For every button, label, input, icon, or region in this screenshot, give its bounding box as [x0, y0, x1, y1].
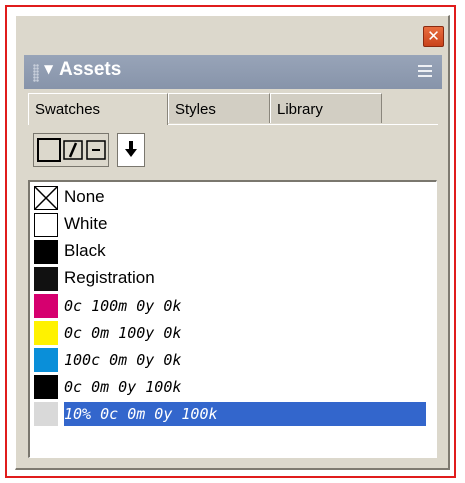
swatch-label: 0c 100m 0y 0k	[64, 297, 182, 315]
color-swatch-chip	[34, 240, 58, 264]
stroke-icon[interactable]	[63, 138, 83, 162]
close-icon: ✕	[427, 27, 440, 45]
tab-library[interactable]: Library	[270, 93, 382, 123]
list-item[interactable]: 0c 0m 0y 100k	[34, 375, 426, 399]
color-swatch-chip	[34, 375, 58, 399]
color-swatch-chip	[34, 213, 58, 237]
tab-label: Styles	[175, 101, 216, 118]
collapse-arrow-icon[interactable]: ▼	[44, 62, 53, 76]
swatch-label: Registration	[64, 268, 155, 287]
list-item[interactable]: Registration	[34, 267, 426, 291]
arrow-down-icon	[125, 141, 137, 157]
color-swatch-chip	[34, 294, 58, 318]
swatch-list[interactable]: None White Black Registration 0c 100m 0y…	[28, 180, 437, 458]
tab-swatches[interactable]: Swatches	[28, 93, 168, 125]
panel-menu-icon[interactable]	[418, 65, 432, 77]
swatch-label: Black	[64, 241, 106, 260]
none-swatch-icon	[34, 186, 58, 210]
list-item[interactable]: None	[34, 186, 426, 210]
tab-label: Library	[277, 101, 323, 118]
apply-button[interactable]	[117, 133, 145, 167]
tab-label: Swatches	[35, 101, 101, 118]
color-swatch-chip	[34, 402, 58, 426]
swatch-label: 100c 0m 0y 0k	[64, 351, 182, 369]
panel-title-bar[interactable]: ▼ Assets	[24, 55, 442, 89]
list-item[interactable]: 100c 0m 0y 0k	[34, 348, 426, 372]
list-item[interactable]: White	[34, 213, 426, 237]
list-item[interactable]: Black	[34, 240, 426, 264]
list-item[interactable]: 0c 0m 100y 0k	[34, 321, 426, 345]
close-button[interactable]: ✕	[423, 26, 444, 47]
swatch-label: 0c 0m 0y 100k	[64, 378, 182, 396]
swatch-label: None	[64, 187, 105, 206]
color-swatch-chip	[34, 348, 58, 372]
swatch-label: White	[64, 214, 108, 233]
fill-box-icon[interactable]	[37, 138, 61, 162]
drag-grip-icon[interactable]	[33, 64, 39, 82]
list-item[interactable]: 0c 100m 0y 0k	[34, 294, 426, 318]
swatch-label: 10% 0c 0m 0y 100k	[64, 405, 218, 423]
list-item-selected[interactable]: 10% 0c 0m 0y 100k	[34, 402, 426, 426]
color-swatch-chip	[34, 267, 58, 291]
tab-styles[interactable]: Styles	[168, 93, 270, 123]
color-swatch-chip	[34, 321, 58, 345]
panel-title: Assets	[59, 59, 122, 80]
swatch-label: 0c 0m 100y 0k	[64, 324, 182, 342]
container-icon[interactable]	[86, 140, 106, 160]
